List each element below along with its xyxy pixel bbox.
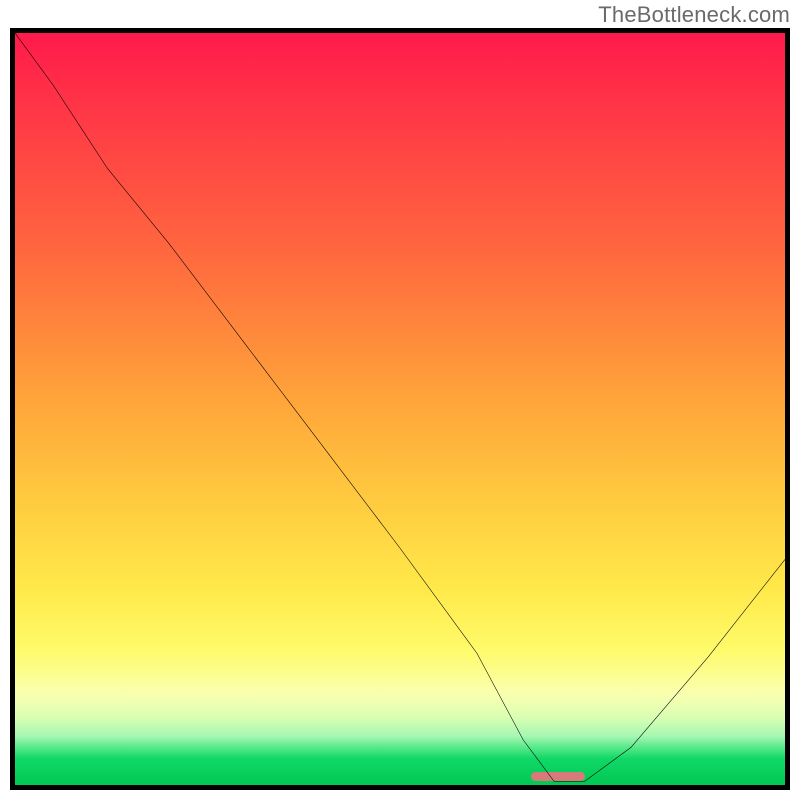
curve-path (15, 33, 785, 781)
watermark-text: TheBottleneck.com (598, 2, 790, 28)
chart-plot-area (10, 28, 790, 790)
bottleneck-curve (15, 33, 785, 785)
